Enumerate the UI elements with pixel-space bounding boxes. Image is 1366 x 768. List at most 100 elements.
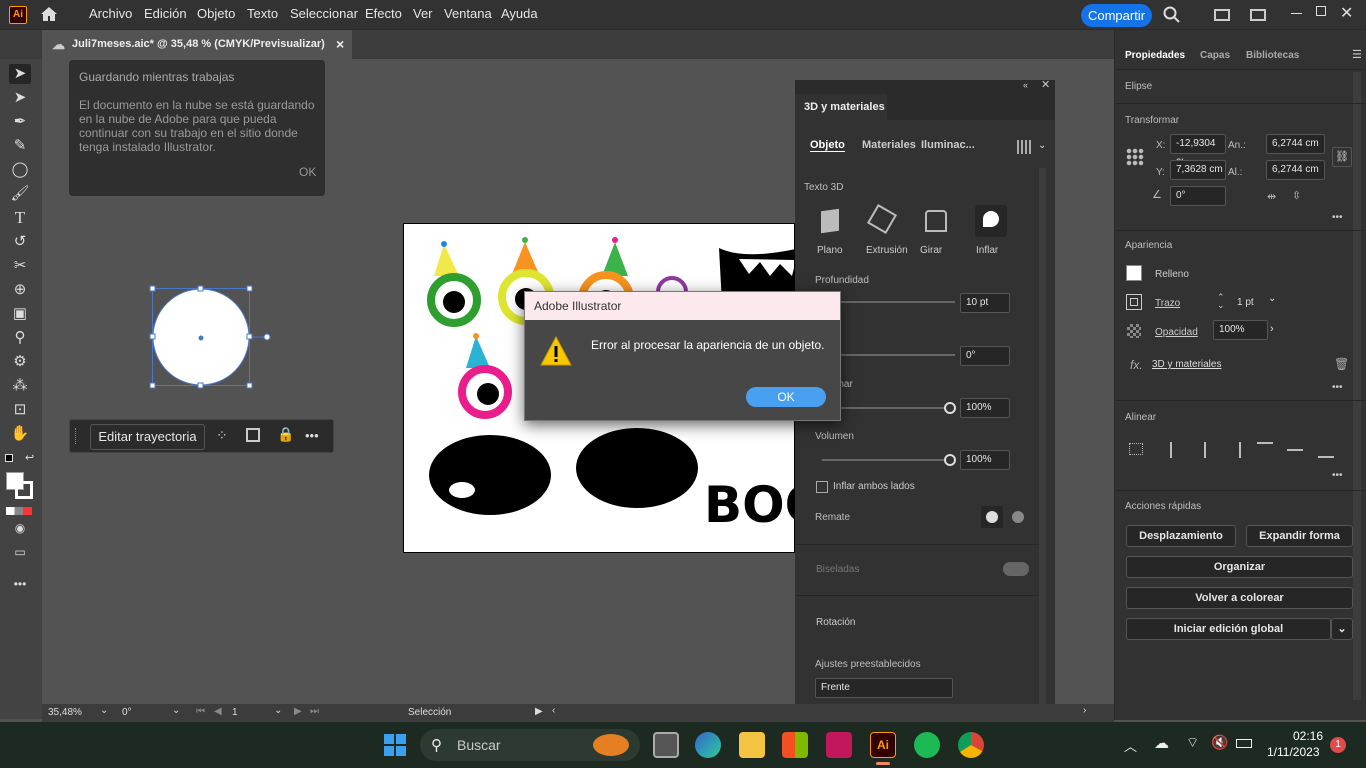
menu-ventana[interactable]: Ventana — [444, 6, 492, 21]
first-artboard-icon[interactable]: ⏮ — [196, 706, 205, 717]
more-tools-icon[interactable]: ••• — [9, 577, 31, 597]
depth-field[interactable]: 10 pt — [960, 293, 1010, 313]
view-rotation[interactable]: 0° — [122, 707, 132, 718]
volume-slider[interactable] — [822, 459, 950, 461]
workspace-icon[interactable] — [1250, 9, 1266, 21]
duplicate-icon[interactable] — [246, 428, 260, 442]
offset-path-button[interactable]: Desplazamiento — [1126, 525, 1236, 547]
scroll-left-icon[interactable]: ‹ — [552, 705, 555, 716]
fill-amount-field[interactable]: 100% — [960, 398, 1010, 418]
align-hcenter-icon[interactable] — [1204, 442, 1206, 458]
menu-ayuda[interactable]: Ayuda — [501, 6, 538, 21]
edge-icon[interactable] — [695, 732, 721, 758]
appearance-more-icon[interactable]: ••• — [1332, 382, 1343, 393]
rotation-label[interactable]: Rotación — [816, 617, 855, 628]
align-to-icon[interactable] — [1129, 443, 1143, 455]
rotate-field[interactable]: 0° — [1170, 186, 1226, 206]
menu-ver[interactable]: Ver — [413, 6, 433, 21]
home-icon[interactable] — [40, 6, 58, 22]
scissors-icon[interactable]: ✂ — [9, 256, 31, 276]
spotify-icon[interactable] — [914, 732, 940, 758]
stroke-stepper-icon[interactable]: ⌃ ⌄ — [1217, 293, 1225, 310]
chrome-icon[interactable] — [958, 732, 984, 758]
girar-icon[interactable] — [925, 210, 947, 232]
symbol-sprayer-icon[interactable]: ⁂ — [9, 376, 31, 396]
direct-selection-icon[interactable]: ➤ — [9, 88, 31, 108]
tooltip-ok-button[interactable]: OK — [299, 165, 316, 179]
wifi-icon[interactable]: ⌔ — [1186, 734, 1199, 752]
selected-ellipse[interactable] — [149, 285, 271, 389]
scroll-right-icon[interactable]: › — [1083, 705, 1086, 716]
edit-path-button[interactable]: Editar trayectoria — [90, 424, 205, 450]
notification-badge[interactable]: 1 — [1330, 737, 1346, 753]
depth-slider[interactable] — [822, 301, 955, 303]
angle-slider[interactable] — [822, 354, 955, 356]
photos-icon[interactable] — [826, 732, 852, 758]
rotate-tool-icon[interactable]: ↺ — [9, 232, 31, 252]
tab-objeto[interactable]: Objeto — [810, 139, 845, 152]
taskbar-search[interactable]: ⚲ Buscar — [420, 729, 640, 761]
cap-on-button[interactable] — [981, 506, 1003, 528]
volume-field[interactable]: 100% — [960, 450, 1010, 470]
stroke-label[interactable]: Trazo — [1155, 298, 1180, 309]
stroke-weight-value[interactable]: 1 pt — [1237, 297, 1254, 308]
menu-objeto[interactable]: Objeto — [197, 6, 235, 21]
file-explorer-icon[interactable] — [739, 732, 765, 758]
stroke-weight-dropdown-icon[interactable]: ⌄ — [1268, 293, 1276, 304]
opacity-label[interactable]: Opacidad — [1155, 327, 1198, 338]
width-field[interactable]: 6,2744 cm — [1266, 134, 1325, 154]
close-window-icon[interactable]: ✕ — [1340, 3, 1353, 23]
panel-tab-3d[interactable]: 3D y materiales — [795, 94, 887, 120]
next-artboard-icon[interactable]: ▶ — [294, 706, 302, 717]
artboard-tool-icon[interactable]: ⊡ — [9, 400, 31, 420]
lock-icon[interactable]: 🔒 — [277, 426, 294, 443]
volume-muted-icon[interactable]: 🔇 — [1211, 734, 1228, 751]
recolor-button[interactable]: Volver a colorear — [1126, 587, 1353, 609]
cap-off-button[interactable] — [1007, 506, 1029, 528]
rotation-dropdown-icon[interactable]: ⌄ — [172, 705, 180, 716]
task-view-icon[interactable] — [653, 732, 679, 758]
render-icon[interactable] — [1017, 140, 1031, 154]
fill-amount-slider[interactable] — [822, 407, 950, 409]
menu-edicion[interactable]: Edición — [144, 6, 187, 21]
collapse-panel-icon[interactable]: « — [1023, 80, 1028, 90]
height-field[interactable]: 6,2744 cm — [1266, 160, 1325, 180]
zoom-dropdown-icon[interactable]: ⌄ — [100, 705, 108, 716]
eyedropper-icon[interactable]: ⚲ — [9, 328, 31, 348]
menu-texto[interactable]: Texto — [247, 6, 278, 21]
fill-amount-handle[interactable] — [944, 402, 956, 414]
angle-field[interactable]: 0° — [960, 346, 1010, 366]
global-edit-dropdown[interactable]: ⌄ — [1331, 618, 1353, 640]
tab-propiedades[interactable]: Propiedades — [1125, 50, 1185, 61]
type-tool-icon[interactable]: T — [9, 208, 31, 228]
volume-handle[interactable] — [944, 454, 956, 466]
tab-materiales[interactable]: Materiales — [862, 139, 916, 151]
align-bottom-icon[interactable] — [1318, 456, 1334, 458]
cloud-sync-icon[interactable]: ☁ — [1154, 734, 1169, 752]
windows-start-icon[interactable] — [384, 734, 406, 756]
screen-mode-icon[interactable]: ▭ — [9, 545, 31, 565]
clock-date[interactable]: 1/11/2023 — [1267, 745, 1320, 759]
panel-scrollbar[interactable] — [1039, 168, 1046, 720]
delete-effect-icon[interactable]: 🗑 — [1334, 357, 1349, 371]
menu-seleccionar[interactable]: Seleccionar — [290, 6, 358, 21]
ellipse-tool-icon[interactable]: ◯ — [9, 160, 31, 180]
curvature-tool-icon[interactable]: ✎ — [9, 136, 31, 156]
battery-icon[interactable] — [1236, 739, 1252, 748]
shape-builder-icon[interactable]: ⊕ — [9, 280, 31, 300]
task-bar-grip-icon[interactable] — [75, 428, 78, 444]
arrange-button[interactable]: Organizar — [1126, 556, 1353, 578]
default-colors-icon[interactable] — [5, 454, 13, 462]
hand-tool-icon[interactable]: ✋ — [9, 424, 31, 444]
render-dropdown-icon[interactable]: ⌄ — [1038, 140, 1046, 151]
tab-bibliotecas[interactable]: Bibliotecas — [1246, 50, 1299, 61]
global-edit-button[interactable]: Iniciar edición global — [1126, 618, 1331, 640]
stroke-swatch[interactable] — [15, 481, 33, 499]
illustrator-taskbar-icon[interactable]: Ai — [870, 732, 896, 758]
dialog-ok-button[interactable]: OK — [746, 387, 826, 407]
search-icon[interactable] — [1163, 6, 1181, 24]
opacity-icon[interactable] — [1127, 324, 1141, 338]
tab-iluminacion[interactable]: Iluminac... — [921, 139, 975, 151]
document-tab[interactable]: ☁ Juli7meses.aic* @ 35,48 % (CMYK/Previs… — [42, 30, 352, 59]
more-options-icon[interactable]: ••• — [305, 428, 319, 443]
